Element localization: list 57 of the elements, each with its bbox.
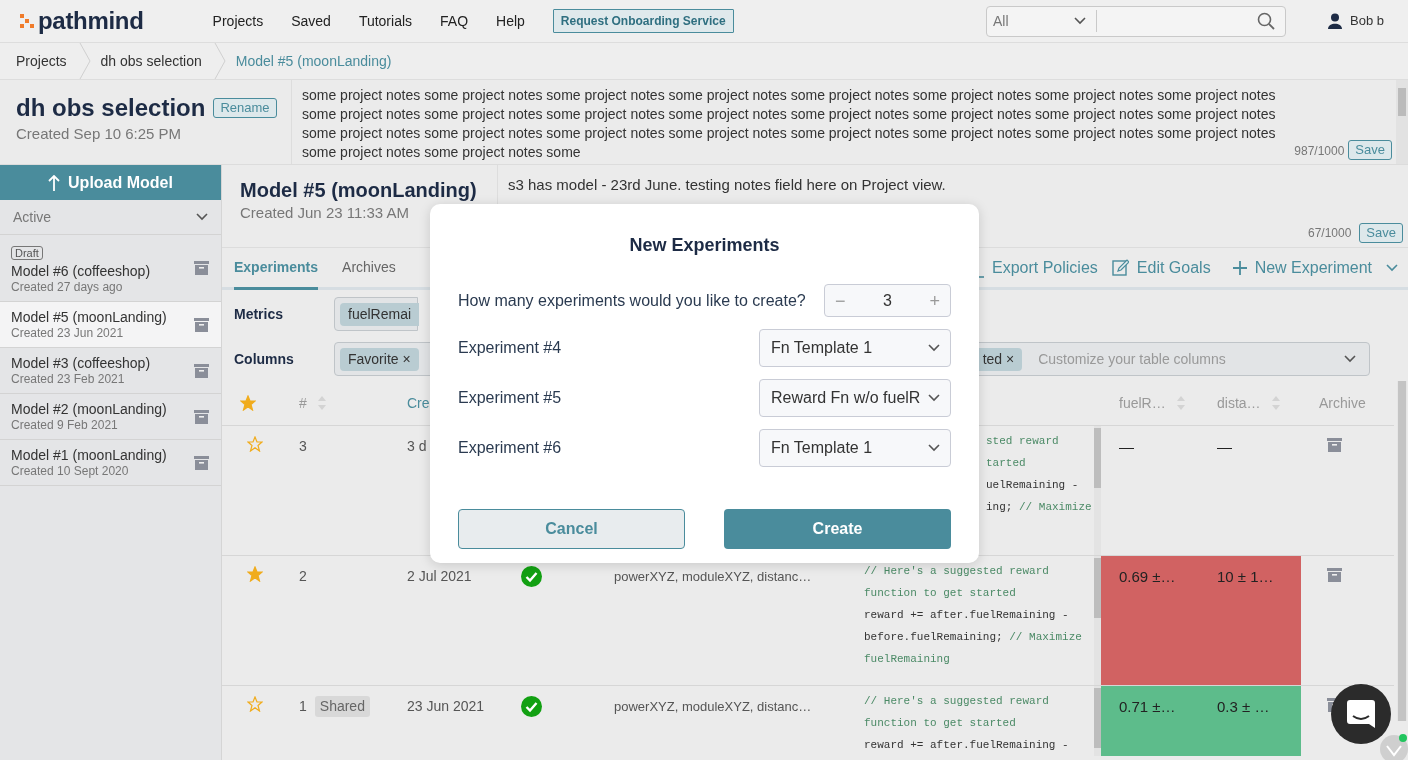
metric-cell: 0.71 ±… — [1101, 686, 1199, 756]
created-date: 23 Jun 2021 — [407, 698, 485, 714]
question-label: How many experiments would you like to create? — [458, 290, 806, 311]
created-date: 3 d — [407, 438, 427, 454]
code-line: before.fuelRemaining; // Maximize — [864, 630, 1083, 645]
code-line: uelRemaining - — [986, 478, 1080, 493]
code-line: function to get started — [864, 586, 1017, 601]
code-line: fuelRemaining — [864, 652, 951, 667]
code-line: reward += after.fuelRemaining - — [864, 608, 1070, 623]
metric-cell: 10 ± 1… — [1199, 556, 1301, 685]
code-line: tarted — [986, 456, 1027, 471]
model-created: Created 27 days ago — [11, 280, 124, 294]
metric-chip: fuelRemai — [340, 302, 420, 326]
draft-tag: Draft — [11, 246, 43, 260]
model-name: Model #2 (moonLanding) — [11, 401, 168, 418]
code-line: // Here's a suggested reward — [864, 564, 1050, 579]
metric-cell: 0.3 ± … — [1199, 686, 1301, 756]
model-created: Created 23 Feb 2021 — [11, 372, 126, 386]
created-date: Created Sep 10 6:25 PM — [16, 123, 183, 144]
code-line: sted reward — [986, 434, 1060, 449]
row-number: 1 — [299, 697, 307, 716]
metric-cell: 0.69 ±… — [1101, 556, 1199, 685]
model-created: Created 9 Feb 2021 — [11, 418, 119, 432]
character-counter: 67/1000 — [1307, 225, 1352, 242]
experiment-label: Experiment #5 — [458, 388, 562, 408]
character-counter: 987/1000 — [1294, 143, 1345, 160]
created-date: 2 Jul 2021 — [407, 568, 472, 584]
model-name: Model #3 (coffeeshop) — [11, 355, 152, 372]
experiment-label: Experiment #4 — [458, 338, 562, 358]
model-name: Model #6 (coffeeshop) — [11, 263, 152, 280]
observations-text: powerXYZ, moduleXYZ, distanc… — [614, 699, 812, 714]
model-created: Created 10 Sept 2020 — [11, 464, 130, 478]
columns-placeholder: Customize your table columns — [1038, 349, 1226, 369]
code-line: // Here's a suggested reward — [864, 694, 1050, 709]
model-created: Created 23 Jun 2021 — [11, 326, 125, 340]
created-date: Created Jun 23 11:33 AM — [240, 203, 410, 223]
project-title: dh obs selection — [16, 94, 206, 123]
metric-cell-text: — — [1216, 437, 1233, 457]
row-number: 3 — [299, 437, 307, 456]
modal-title: New Experiments — [628, 234, 781, 257]
code-line: ing; // Maximize — [986, 500, 1093, 515]
column-chip: Favorite × — [340, 347, 419, 371]
experiment-label: Experiment #6 — [458, 438, 562, 458]
model-name: Model #1 (moonLanding) — [11, 447, 168, 464]
code-line: function to get started — [864, 716, 1017, 731]
model-notes: s3 has model - 23rd June. testing notes field here on Project view. — [507, 175, 947, 195]
filter-label: Columns — [233, 349, 295, 369]
logo-text: pathmind — [38, 6, 144, 36]
observations-text: powerXYZ, moduleXYZ, distanc… — [614, 569, 812, 584]
model-title: Model #5 (moonLanding) — [240, 178, 478, 202]
metric-cell-text: — — [1118, 437, 1135, 457]
model-name: Model #5 (moonLanding) — [11, 309, 168, 326]
shared-tag: Shared — [314, 696, 370, 717]
code-line: reward += after.fuelRemaining - — [864, 738, 1070, 753]
filter-label: Metrics — [233, 304, 285, 324]
project-notes: some project notes some project notes some project notes some project notes some project notes some project notes some project notes some project notes some project notes some project notes some project notes some project notes some project notes some project notes some project notes some project notes some project notes some project notes some project notes some project notes some project notes some project notes some project notes some project notes some project notes some project notes some — [301, 86, 1277, 162]
row-number: 2 — [299, 567, 307, 586]
